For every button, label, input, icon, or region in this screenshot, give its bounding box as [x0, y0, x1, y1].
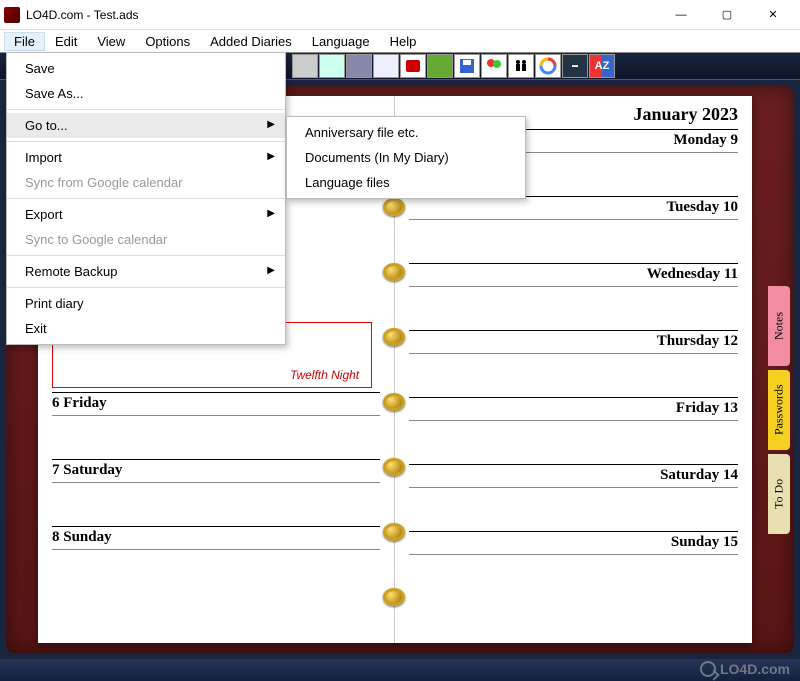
menu-item-sync-from-google: Sync from Google calendar — [7, 170, 285, 195]
tool-people-icon[interactable] — [508, 54, 534, 78]
close-button[interactable]: ✕ — [750, 0, 796, 30]
day-label: 8 Sunday — [52, 529, 380, 546]
menu-view[interactable]: View — [87, 32, 135, 51]
twelfth-night-note: Twelfth Night — [290, 368, 359, 382]
day-row-sunday-15: Sunday 15 — [409, 531, 738, 598]
day-label: Saturday 14 — [409, 467, 738, 484]
tool-book-icon[interactable] — [400, 54, 426, 78]
menu-language[interactable]: Language — [302, 32, 380, 51]
goto-submenu: Anniversary file etc. Documents (In My D… — [286, 116, 526, 199]
tool-button-3[interactable] — [346, 54, 372, 78]
day-label: Tuesday 10 — [409, 199, 738, 216]
menu-item-save[interactable]: Save — [7, 56, 285, 81]
tool-button-4[interactable] — [373, 54, 399, 78]
menu-item-export[interactable]: Export▶ — [7, 202, 285, 227]
day-label: Sunday 15 — [409, 534, 738, 551]
side-tabs: Notes Passwords To Do — [768, 286, 790, 534]
file-menu-dropdown: Save Save As... Go to...▶ Import▶ Sync f… — [6, 52, 286, 345]
tool-button-1[interactable] — [292, 54, 318, 78]
menu-item-sync-to-google: Sync to Google calendar — [7, 227, 285, 252]
chevron-right-icon: ▶ — [267, 119, 275, 130]
day-row-friday-13: Friday 13 — [409, 397, 738, 464]
maximize-button[interactable]: ▢ — [704, 0, 750, 30]
day-row-tuesday-10: Tuesday 10 — [409, 196, 738, 263]
day-label: Wednesday 11 — [409, 266, 738, 283]
day-row-saturday-14: Saturday 14 — [409, 464, 738, 531]
day-label: 7 Saturday — [52, 462, 380, 479]
day-label: 6 Friday — [52, 395, 380, 412]
menu-item-print-diary[interactable]: Print diary — [7, 291, 285, 316]
window-title: LO4D.com - Test.ads — [26, 8, 658, 22]
tool-balloons-icon[interactable] — [481, 54, 507, 78]
magnifier-icon — [700, 661, 716, 677]
menu-item-remote-backup[interactable]: Remote Backup▶ — [7, 259, 285, 284]
tool-button-11[interactable]: ▬ — [562, 54, 588, 78]
day-row-saturday-7: 7 Saturday — [52, 459, 380, 526]
app-icon — [4, 7, 20, 23]
tool-google-icon[interactable] — [535, 54, 561, 78]
menu-file[interactable]: File — [4, 32, 45, 51]
submenu-anniversary-file[interactable]: Anniversary file etc. — [287, 120, 525, 145]
chevron-right-icon: ▶ — [267, 265, 275, 276]
tool-button-6[interactable] — [427, 54, 453, 78]
menu-item-exit[interactable]: Exit — [7, 316, 285, 341]
tool-button-2[interactable] — [319, 54, 345, 78]
minimize-button[interactable]: — — [658, 0, 704, 30]
menu-edit[interactable]: Edit — [45, 32, 87, 51]
titlebar: LO4D.com - Test.ads — ▢ ✕ — [0, 0, 800, 30]
tab-passwords[interactable]: Passwords — [768, 370, 790, 450]
tool-save-icon[interactable] — [454, 54, 480, 78]
day-label: Thursday 12 — [409, 333, 738, 350]
chevron-right-icon: ▶ — [267, 151, 275, 162]
tab-todo[interactable]: To Do — [768, 454, 790, 534]
menu-item-import[interactable]: Import▶ — [7, 145, 285, 170]
menu-item-save-as[interactable]: Save As... — [7, 81, 285, 106]
menu-added-diaries[interactable]: Added Diaries — [200, 32, 302, 51]
menu-options[interactable]: Options — [135, 32, 200, 51]
day-label: Friday 13 — [409, 400, 738, 417]
tool-az-icon[interactable]: AZ — [589, 54, 615, 78]
submenu-language-files[interactable]: Language files — [287, 170, 525, 195]
tab-notes[interactable]: Notes — [768, 286, 790, 366]
menu-item-goto[interactable]: Go to...▶ — [7, 113, 285, 138]
chevron-right-icon: ▶ — [267, 208, 275, 219]
day-row-thursday-12: Thursday 12 — [409, 330, 738, 397]
menubar: File Edit View Options Added Diaries Lan… — [0, 30, 800, 52]
submenu-documents[interactable]: Documents (In My Diary) — [287, 145, 525, 170]
day-row-wednesday-11: Wednesday 11 — [409, 263, 738, 330]
watermark: LO4D.com — [700, 661, 790, 677]
day-row-sunday-8: 8 Sunday — [52, 526, 380, 593]
day-row-friday-6: 6 Friday — [52, 392, 380, 459]
status-bar — [0, 659, 800, 681]
menu-help[interactable]: Help — [380, 32, 427, 51]
